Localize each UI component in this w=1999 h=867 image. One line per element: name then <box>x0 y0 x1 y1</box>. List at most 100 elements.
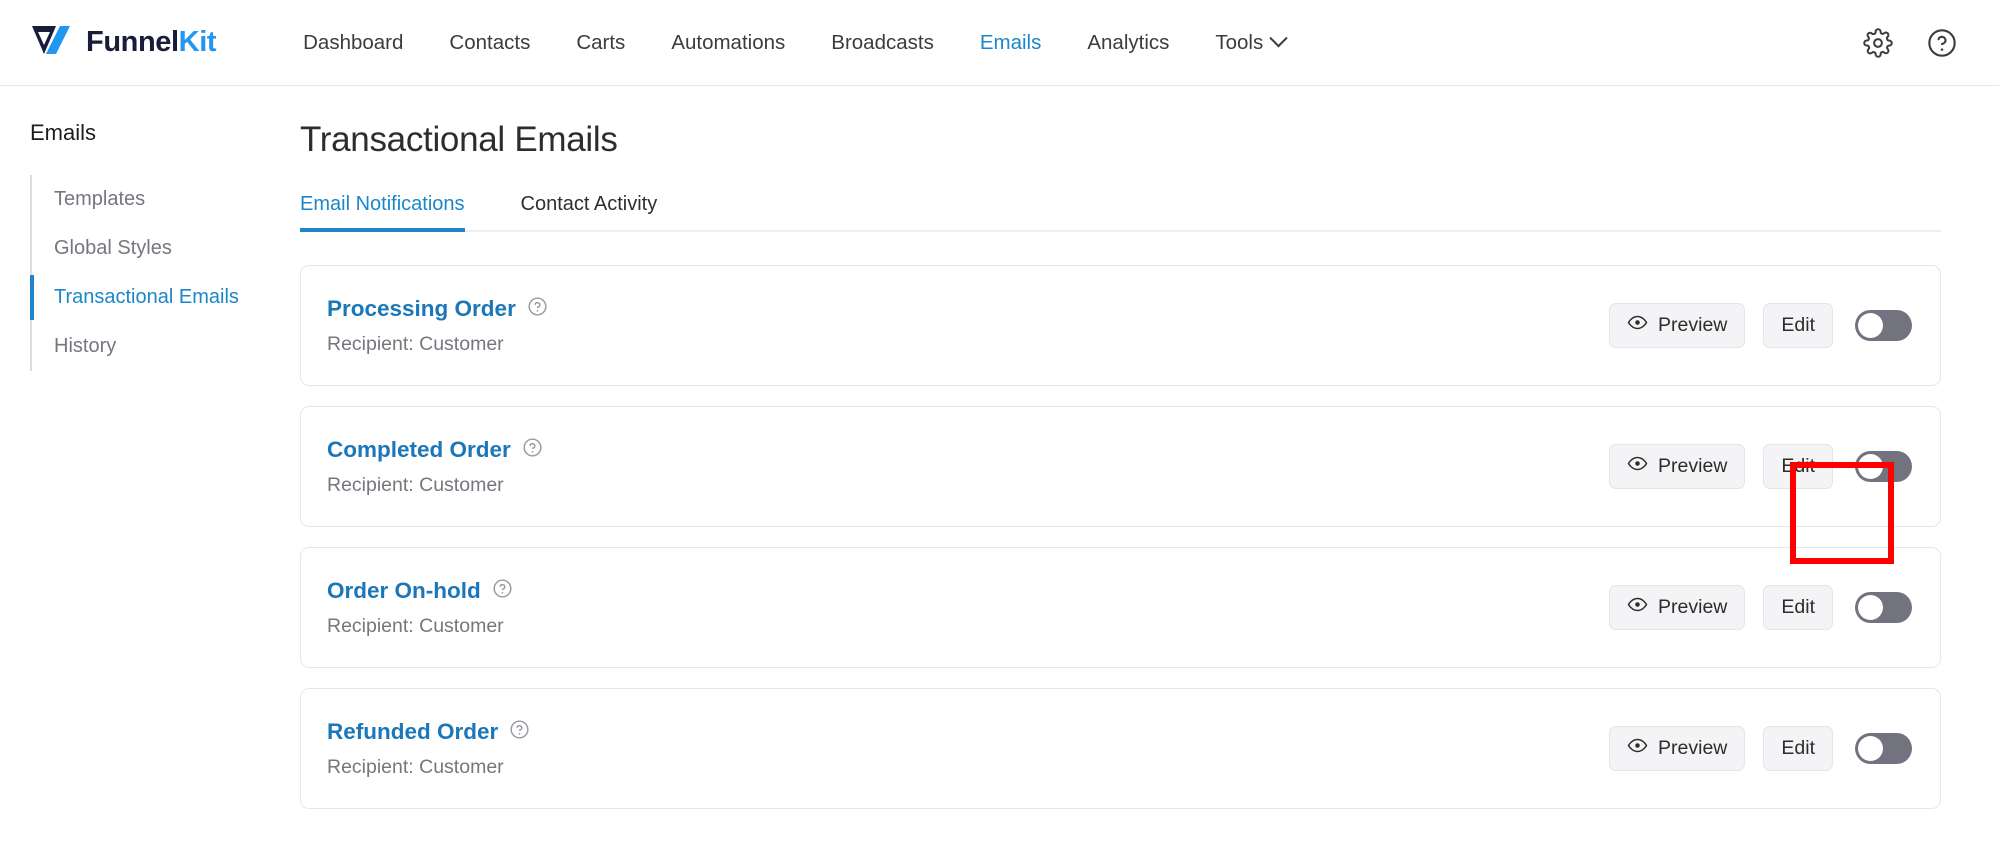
help-circle-icon[interactable] <box>522 437 543 463</box>
toggle-knob <box>1858 454 1883 479</box>
card-info: Order On-hold Recipient: Customer <box>327 578 513 638</box>
nav-item-label: Tools <box>1215 30 1264 54</box>
nav-item-label: Dashboard <box>303 30 404 54</box>
nav-item-label: Contacts <box>449 30 531 54</box>
nav-item-emails[interactable]: Emails <box>957 21 1065 65</box>
enable-toggle[interactable] <box>1855 592 1912 623</box>
card-info: Completed Order Recipient: Customer <box>327 437 543 497</box>
edit-button-label: Edit <box>1781 314 1815 336</box>
main-content: Transactional Emails Email Notifications… <box>300 120 1999 809</box>
sidebar-item-transactional-emails[interactable]: Transactional Emails <box>30 273 300 322</box>
help-circle-icon[interactable] <box>509 719 530 745</box>
help-circle-icon[interactable] <box>492 578 513 604</box>
email-notification-list: Processing Order Recipient: Customer Pre… <box>300 265 1941 809</box>
preview-button-label: Preview <box>1658 455 1728 477</box>
sidebar-title: Emails <box>30 120 97 145</box>
table-row: Order On-hold Recipient: Customer Previe… <box>300 547 1941 668</box>
nav-item-label: Broadcasts <box>831 30 934 54</box>
nav-item-label: Carts <box>576 30 626 54</box>
eye-icon <box>1627 594 1648 621</box>
edit-button-label: Edit <box>1781 737 1815 759</box>
card-title-row: Order On-hold <box>327 578 513 604</box>
enable-toggle[interactable] <box>1855 310 1912 341</box>
page-body: Emails Templates Global Styles Transacti… <box>0 86 1999 809</box>
email-title-link[interactable]: Completed Order <box>327 437 511 463</box>
edit-button[interactable]: Edit <box>1763 585 1833 630</box>
brand-name-part2: Kit <box>178 26 217 58</box>
card-title-row: Processing Order <box>327 296 548 322</box>
brand-name: FunnelKit <box>86 26 217 59</box>
nav-item-tools[interactable]: Tools <box>1192 21 1308 65</box>
sidebar-item-global-styles[interactable]: Global Styles <box>32 224 300 273</box>
preview-button[interactable]: Preview <box>1609 726 1746 771</box>
eye-icon <box>1627 453 1648 480</box>
tab-email-notifications[interactable]: Email Notifications <box>300 193 493 232</box>
sidebar-item-label: Global Styles <box>54 237 172 259</box>
top-bar-actions <box>1861 0 1959 86</box>
nav-item-dashboard[interactable]: Dashboard <box>280 21 426 65</box>
tab-label: Contact Activity <box>520 193 658 215</box>
table-row: Completed Order Recipient: Customer Prev… <box>300 406 1941 527</box>
main-nav: Dashboard Contacts Carts Automations Bro… <box>280 21 1308 65</box>
card-title-row: Completed Order <box>327 437 543 463</box>
card-actions: Preview Edit <box>1609 444 1912 489</box>
nav-item-contacts[interactable]: Contacts <box>426 21 553 65</box>
recipient-label: Recipient: Customer <box>327 755 504 778</box>
tab-label: Email Notifications <box>300 193 465 215</box>
preview-button[interactable]: Preview <box>1609 585 1746 630</box>
table-row: Refunded Order Recipient: Customer Previ… <box>300 688 1941 809</box>
edit-button-label: Edit <box>1781 596 1815 618</box>
sidebar-item-label: History <box>54 335 117 357</box>
eye-icon <box>1627 312 1648 339</box>
toggle-knob <box>1858 595 1883 620</box>
enable-toggle[interactable] <box>1855 733 1912 764</box>
brand-logo[interactable]: FunnelKit <box>30 23 217 62</box>
card-actions: Preview Edit <box>1609 585 1912 630</box>
email-title-link[interactable]: Processing Order <box>327 296 516 322</box>
preview-button[interactable]: Preview <box>1609 444 1746 489</box>
table-row: Processing Order Recipient: Customer Pre… <box>300 265 1941 386</box>
edit-button-completed-order[interactable]: Edit <box>1763 444 1833 489</box>
brand-name-part1: Funnel <box>86 26 179 58</box>
funnelkit-logo-icon <box>30 23 76 62</box>
help-circle-icon[interactable] <box>1925 26 1959 60</box>
page-title: Transactional Emails <box>300 120 618 159</box>
tab-bar: Email Notifications Contact Activity <box>300 193 1941 232</box>
nav-item-automations[interactable]: Automations <box>648 21 808 65</box>
sidebar-item-label: Transactional Emails <box>54 286 239 308</box>
preview-button-label: Preview <box>1658 737 1728 759</box>
preview-button[interactable]: Preview <box>1609 303 1746 348</box>
sidebar-item-label: Templates <box>54 188 146 210</box>
recipient-label: Recipient: Customer <box>327 614 504 637</box>
email-title-link[interactable]: Refunded Order <box>327 719 498 745</box>
nav-item-label: Automations <box>671 30 786 54</box>
nav-item-label: Emails <box>979 30 1042 54</box>
toggle-knob <box>1858 736 1883 761</box>
sidebar-list: Templates Global Styles Transactional Em… <box>30 175 300 371</box>
help-circle-icon[interactable] <box>527 296 548 322</box>
top-navigation-bar: FunnelKit Dashboard Contacts Carts Autom… <box>0 0 1999 86</box>
card-actions: Preview Edit <box>1609 726 1912 771</box>
edit-button[interactable]: Edit <box>1763 726 1833 771</box>
preview-button-label: Preview <box>1658 596 1728 618</box>
nav-item-carts[interactable]: Carts <box>553 21 648 65</box>
preview-button-label: Preview <box>1658 314 1728 336</box>
nav-item-label: Analytics <box>1087 30 1170 54</box>
card-info: Processing Order Recipient: Customer <box>327 296 548 356</box>
card-info: Refunded Order Recipient: Customer <box>327 719 530 779</box>
sidebar-item-history[interactable]: History <box>32 322 300 371</box>
edit-button-label: Edit <box>1781 455 1815 477</box>
eye-icon <box>1627 735 1648 762</box>
gear-icon[interactable] <box>1861 26 1895 60</box>
nav-item-broadcasts[interactable]: Broadcasts <box>808 21 957 65</box>
nav-item-analytics[interactable]: Analytics <box>1064 21 1192 65</box>
sidebar-item-templates[interactable]: Templates <box>32 175 300 224</box>
tab-contact-activity[interactable]: Contact Activity <box>521 193 686 230</box>
enable-toggle[interactable] <box>1855 451 1912 482</box>
chevron-down-icon <box>1269 29 1288 48</box>
card-title-row: Refunded Order <box>327 719 530 745</box>
email-title-link[interactable]: Order On-hold <box>327 578 481 604</box>
recipient-label: Recipient: Customer <box>327 332 504 355</box>
edit-button[interactable]: Edit <box>1763 303 1833 348</box>
sidebar: Emails Templates Global Styles Transacti… <box>0 120 300 809</box>
